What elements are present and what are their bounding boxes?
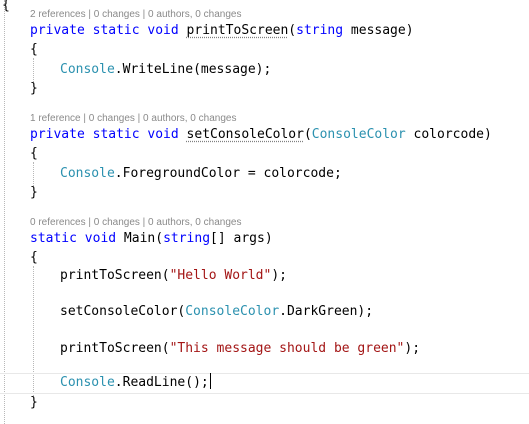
codelens-set-console-color[interactable]: 1 reference | 0 changes | 0 authors, 0 c… xyxy=(30,113,236,124)
close-brace: } xyxy=(30,185,38,200)
method-signature-main[interactable]: static void Main(string[] args) xyxy=(30,229,529,248)
type-name: Console xyxy=(60,166,115,181)
string-literal: "Hello World" xyxy=(169,268,272,283)
code-line-current[interactable]: Console.ReadLine(); xyxy=(60,373,529,392)
close-brace: } xyxy=(30,81,38,96)
code-line[interactable]: Console.WriteLine(message); xyxy=(60,60,529,79)
outer-brace: { xyxy=(2,0,10,13)
param-type: ConsoleColor xyxy=(311,127,406,142)
codelens-main[interactable]: 0 references | 0 changes | 0 authors, 0 … xyxy=(30,217,241,228)
type-name: Console xyxy=(60,375,115,390)
method-signature-set-console-color[interactable]: private static void setConsoleColor(Cons… xyxy=(30,125,529,144)
keyword: private static void xyxy=(30,127,187,142)
keyword: private static void xyxy=(30,23,187,38)
type-name: ConsoleColor xyxy=(185,304,280,319)
text-caret xyxy=(209,373,211,389)
type-name: Console xyxy=(60,62,115,77)
close-brace: } xyxy=(30,395,38,410)
param-type: string xyxy=(163,231,211,246)
param: message) xyxy=(343,23,414,38)
open-brace: { xyxy=(30,146,38,161)
method-name[interactable]: setConsoleColor xyxy=(187,127,304,142)
codelens-print-to-screen[interactable]: 2 references | 0 changes | 0 authors, 0 … xyxy=(30,9,241,20)
open-brace: { xyxy=(30,250,38,265)
method-signature-print-to-screen[interactable]: private static void printToScreen(string… xyxy=(30,21,529,40)
param: colorcode) xyxy=(405,127,492,142)
param-type: string xyxy=(296,23,344,38)
string-literal: "This message should be green" xyxy=(169,341,405,356)
open-brace: { xyxy=(30,42,38,57)
keyword: static xyxy=(30,231,77,246)
keyword: void xyxy=(84,231,117,246)
param: [] args) xyxy=(210,231,273,246)
method-name[interactable]: printToScreen xyxy=(187,23,289,38)
code-line[interactable]: Console.ForegroundColor = colorcode; xyxy=(60,164,529,183)
method-name: Main( xyxy=(116,231,164,246)
code-line[interactable]: setConsoleColor(ConsoleColor.DarkGreen); xyxy=(60,302,529,321)
indent-guide xyxy=(4,0,5,424)
code-line[interactable]: printToScreen("This message should be gr… xyxy=(60,339,529,358)
code-line[interactable]: printToScreen("Hello World"); xyxy=(60,266,529,285)
code-editor[interactable]: { "editor": { "outer_brace": "{", "codel… xyxy=(0,0,529,424)
